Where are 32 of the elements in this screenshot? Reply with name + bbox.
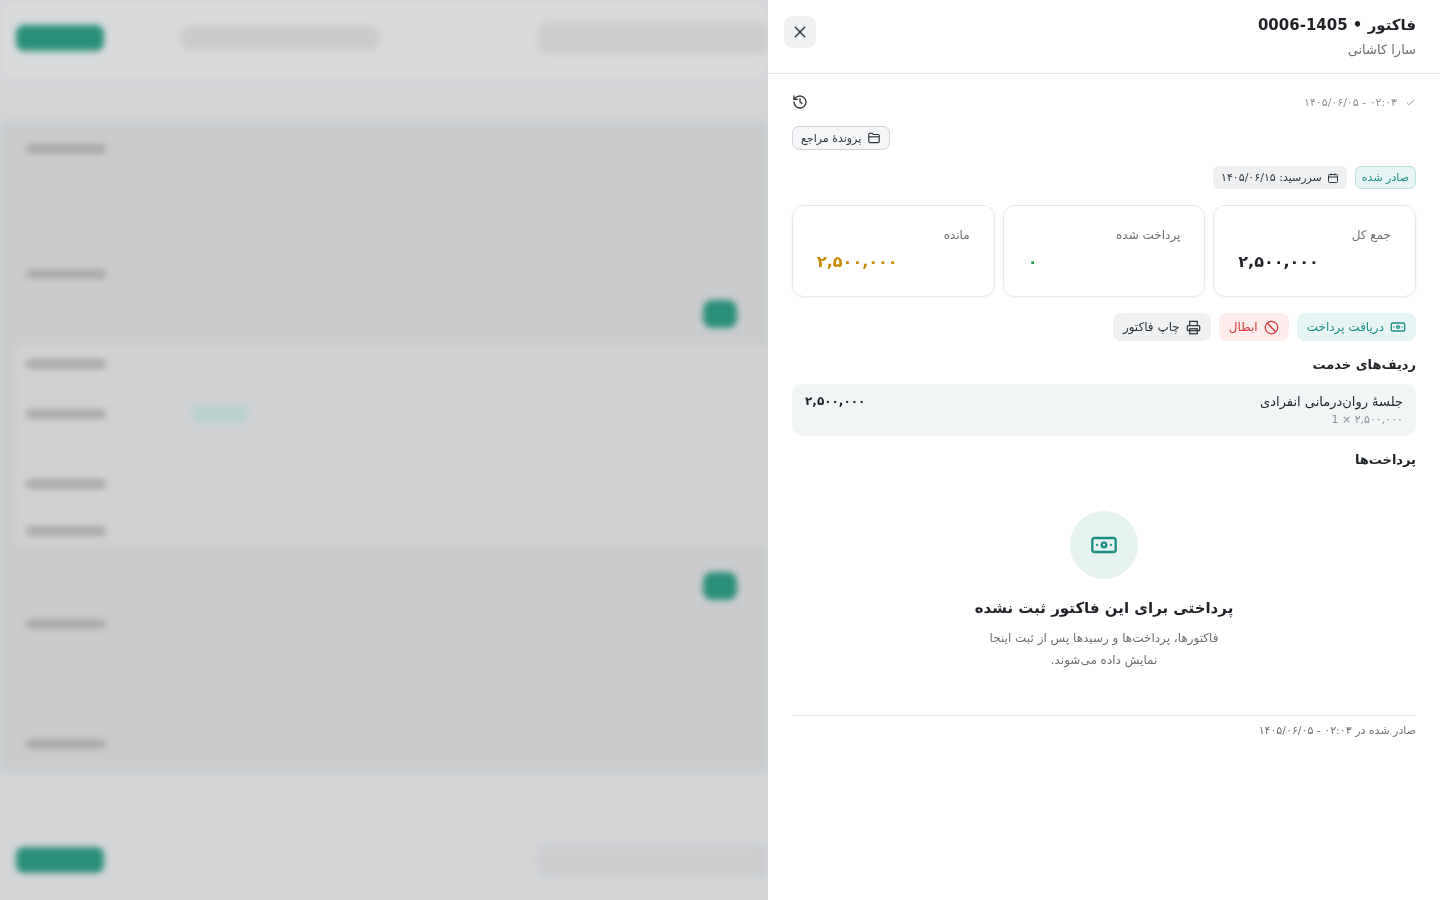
history-icon [792, 94, 808, 110]
print-button[interactable]: چاپ فاکتور [1112, 313, 1211, 341]
summary-value: ۲,۵۰۰,۰۰۰ [1238, 252, 1319, 271]
history-button[interactable] [792, 94, 808, 110]
section-title: پرداخت‌ها [1353, 452, 1416, 467]
printer-icon [1185, 319, 1201, 335]
service-amount: ۲,۵۰۰,۰۰۰ [805, 394, 866, 408]
summary-label: پرداخت شده [1116, 228, 1181, 242]
banknote-icon [1390, 319, 1406, 335]
drawer-title: فاکتور • 1405-0006 [1257, 16, 1416, 34]
service-name: جلسهٔ روان‌درمانی انفرادی [1260, 394, 1403, 409]
folder-icon [867, 131, 882, 145]
empty-state-text: فاکتورها، پرداخت‌ها و رسیدها پس از ثبت اینجا نمایش داده می‌شوند. [988, 630, 1220, 670]
issued-date: ۰۲:۰۳ - ۱۴۰۵/۰۶/۰۵ [1304, 95, 1397, 109]
close-icon [792, 24, 808, 40]
section-title: ردیف‌های خدمت [1311, 357, 1416, 372]
service-detail: ۲,۵۰۰,۰۰۰ × 1 [1330, 413, 1403, 426]
empty-state-title: پرداختی برای این فاکتور ثبت نشده [974, 599, 1234, 617]
due-date: سررسید: ۱۴۰۵/۰۶/۱۵ [1221, 171, 1322, 184]
ban-icon [1263, 319, 1279, 335]
close-button[interactable] [784, 16, 816, 48]
receive-button[interactable]: دریافت پرداخت [1296, 313, 1416, 341]
client-name: سارا کاشانی [1346, 42, 1416, 57]
status-badge: صادر شده [1354, 166, 1416, 189]
client-file-button[interactable]: پروندهٔ مراجع [792, 126, 891, 150]
summary-label: مانده [943, 228, 970, 242]
summary-value: ۲,۵۰۰,۰۰۰ [817, 252, 898, 271]
check-icon [1405, 96, 1416, 108]
summary-label: جمع کل [1351, 228, 1391, 242]
issued-footer: صادر شده در ۰۲:۰۳ - ۱۴۰۵/۰۶/۰۵ [792, 715, 1416, 737]
summary-value: ۰ [1027, 252, 1038, 271]
cancel-button[interactable]: ابطال [1218, 313, 1289, 341]
